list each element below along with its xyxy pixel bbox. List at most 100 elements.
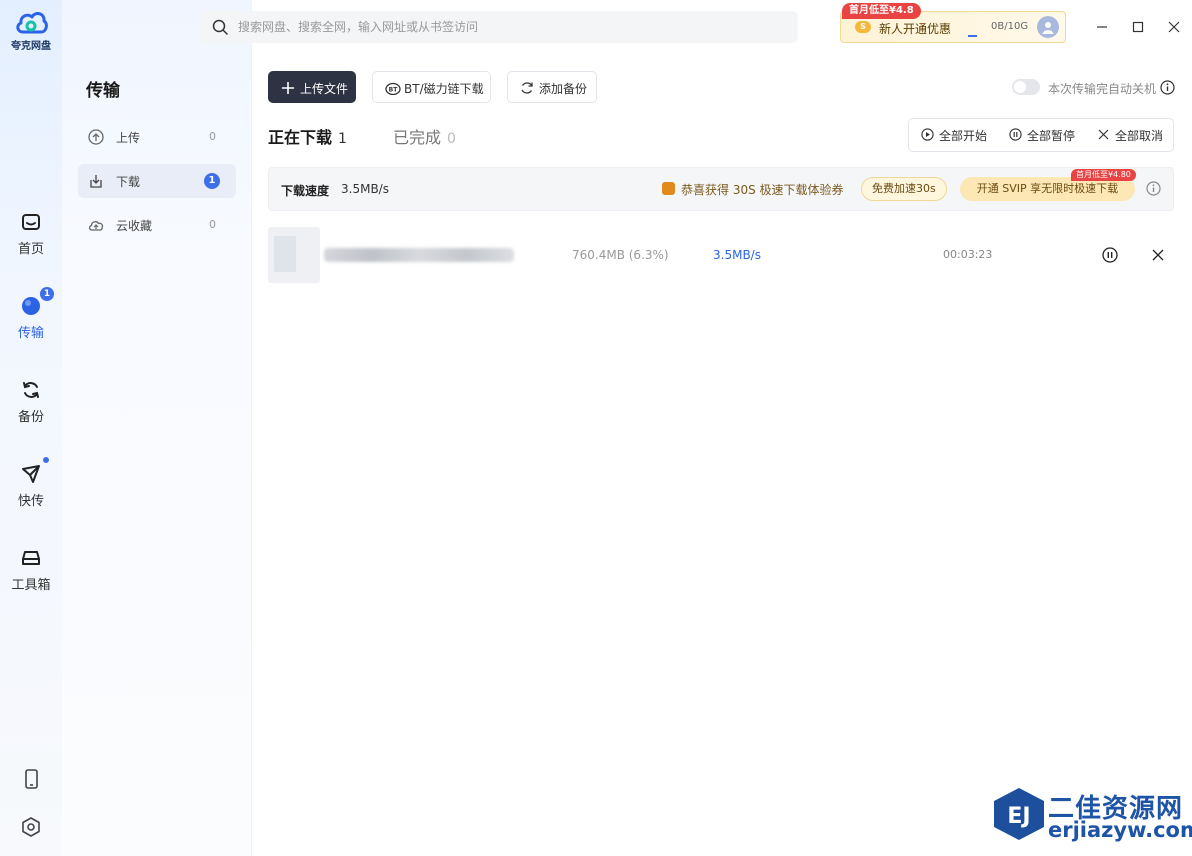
download-speed-bar: 下载速度 3.5MB/s 恭喜获得 30S 极速下载体验券 免费加速30s 开通… <box>268 167 1174 211</box>
minimize-icon <box>1097 26 1107 28</box>
tab-downloading[interactable]: 正在下载 1 <box>268 124 347 148</box>
file-size-progress: 760.4MB (6.3%) <box>572 248 669 262</box>
upload-file-button[interactable]: 上传文件 <box>268 71 356 103</box>
search-input[interactable] <box>238 11 778 43</box>
button-label: 上传文件 <box>300 82 349 96</box>
bulk-controls: 全部开始 全部暂停 全部取消 <box>908 118 1174 152</box>
cancel-all-button[interactable]: 全部取消 <box>1097 127 1163 144</box>
transfer-icon <box>22 297 40 315</box>
bt-magnet-download-button[interactable]: BT BT/磁力链下载 <box>372 71 491 103</box>
auto-shutdown-toggle[interactable] <box>1012 79 1040 95</box>
settings-button[interactable] <box>20 816 42 838</box>
file-thumbnail <box>268 227 320 283</box>
add-backup-button[interactable]: 添加备份 <box>507 71 597 103</box>
tab-label: 正在下载 <box>268 128 333 147</box>
minimize-button[interactable] <box>1092 17 1112 37</box>
pause-download-button[interactable] <box>1101 246 1119 264</box>
maximize-button[interactable] <box>1128 17 1148 37</box>
rail-item-toolbox[interactable]: 工具箱 <box>0 548 62 593</box>
rail-item-home[interactable]: 首页 <box>0 212 62 257</box>
promo-tag: 首月低至¥4.8 <box>842 3 921 19</box>
storage-quota: 0B/10G <box>991 21 1029 32</box>
document-icon <box>274 236 296 272</box>
auto-shutdown-label: 本次传输完自动关机 <box>1048 82 1157 96</box>
maximize-icon <box>1132 21 1144 33</box>
tab-count: 0 <box>447 131 456 147</box>
promo-text: 新人开通优惠 <box>879 22 952 36</box>
pause-all-button[interactable]: 全部暂停 <box>1009 127 1075 144</box>
coin-icon: S <box>855 21 871 33</box>
cancel-download-button[interactable] <box>1149 246 1167 264</box>
user-icon <box>1042 22 1054 34</box>
side-item-count-badge: 1 <box>204 173 220 189</box>
close-icon <box>1098 129 1109 140</box>
svg-text:BT: BT <box>389 87 399 94</box>
watermark-logo: EJ <box>994 788 1044 840</box>
rail-item-backup[interactable]: 备份 <box>0 380 62 425</box>
tab-count: 1 <box>338 131 347 147</box>
app-name: 夸克网盘 <box>11 41 51 52</box>
side-item-label: 上传 <box>116 131 141 145</box>
close-icon <box>1168 21 1180 33</box>
cloud-icon <box>89 221 104 231</box>
watermark: EJ 二佳资源网 erjiazyw.com <box>990 784 1192 846</box>
file-name-blurred <box>324 248 514 262</box>
side-item-cloud-favorites[interactable]: 云收藏 0 <box>78 208 236 242</box>
side-item-label: 下载 <box>116 175 141 189</box>
rail-label: 首页 <box>17 242 44 257</box>
app-logo[interactable]: 夸克网盘 <box>6 8 56 52</box>
backup-icon <box>23 382 39 398</box>
close-icon <box>1152 249 1164 261</box>
button-label: BT/磁力链下载 <box>404 82 484 96</box>
file-download-speed: 3.5MB/s <box>713 248 761 262</box>
watermark-url: erjiazyw.com <box>1048 818 1192 842</box>
bt-icon: BT <box>385 82 401 95</box>
gift-icon <box>662 182 675 195</box>
rail-label: 备份 <box>17 410 44 425</box>
download-icon <box>90 175 102 188</box>
info-icon[interactable] <box>1146 181 1161 196</box>
panel-title: 传输 <box>86 81 120 101</box>
send-icon <box>22 465 40 483</box>
left-rail: 夸克网盘 首页 1 传输 备份 快传 工具箱 <box>0 0 62 856</box>
side-item-count: 0 <box>209 130 216 143</box>
info-icon[interactable] <box>1160 80 1175 95</box>
rail-badge: 1 <box>40 287 54 301</box>
boost-message: 恭喜获得 30S 极速下载体验券 <box>681 183 844 197</box>
rail-label: 快传 <box>17 494 44 509</box>
control-label: 全部暂停 <box>1027 129 1076 143</box>
speed-label: 下载速度 <box>281 184 330 198</box>
avatar[interactable] <box>1037 16 1059 38</box>
phone-button[interactable] <box>20 768 42 790</box>
watermark-logo-text: EJ <box>1007 804 1030 829</box>
search-icon <box>212 19 228 35</box>
control-label: 全部取消 <box>1115 129 1164 143</box>
rail-label: 工具箱 <box>11 578 51 593</box>
rail-item-send[interactable]: 快传 <box>0 457 62 509</box>
search-bar <box>200 11 798 43</box>
button-label: 添加备份 <box>539 82 588 96</box>
free-boost-button[interactable]: 免费加速30s <box>861 177 947 201</box>
svip-price-tag: 首月低至¥4.80 <box>1071 169 1136 181</box>
settings-icon <box>22 817 40 837</box>
table-row[interactable]: 760.4MB (6.3%) 3.5MB/s 00:03:23 <box>268 226 1174 284</box>
home-icon <box>22 214 40 230</box>
plus-icon <box>282 82 294 94</box>
side-item-upload[interactable]: 上传 0 <box>78 120 236 154</box>
tab-completed[interactable]: 已完成 0 <box>393 124 456 148</box>
cloud-logo-icon <box>16 12 48 34</box>
tab-label: 已完成 <box>393 128 442 147</box>
start-all-button[interactable]: 全部开始 <box>921 127 987 144</box>
pause-icon <box>1009 128 1022 141</box>
play-icon <box>921 128 934 141</box>
phone-icon <box>25 769 38 789</box>
control-label: 全部开始 <box>939 129 988 143</box>
side-item-count: 0 <box>209 218 216 231</box>
file-remaining-time: 00:03:23 <box>943 248 993 261</box>
side-item-download[interactable]: 下载 1 <box>78 164 236 198</box>
rail-label: 传输 <box>17 326 44 341</box>
rail-item-transfer[interactable]: 1 传输 <box>0 287 62 341</box>
close-window-button[interactable] <box>1164 17 1184 37</box>
upload-icon <box>88 129 104 145</box>
speed-value: 3.5MB/s <box>341 182 389 196</box>
